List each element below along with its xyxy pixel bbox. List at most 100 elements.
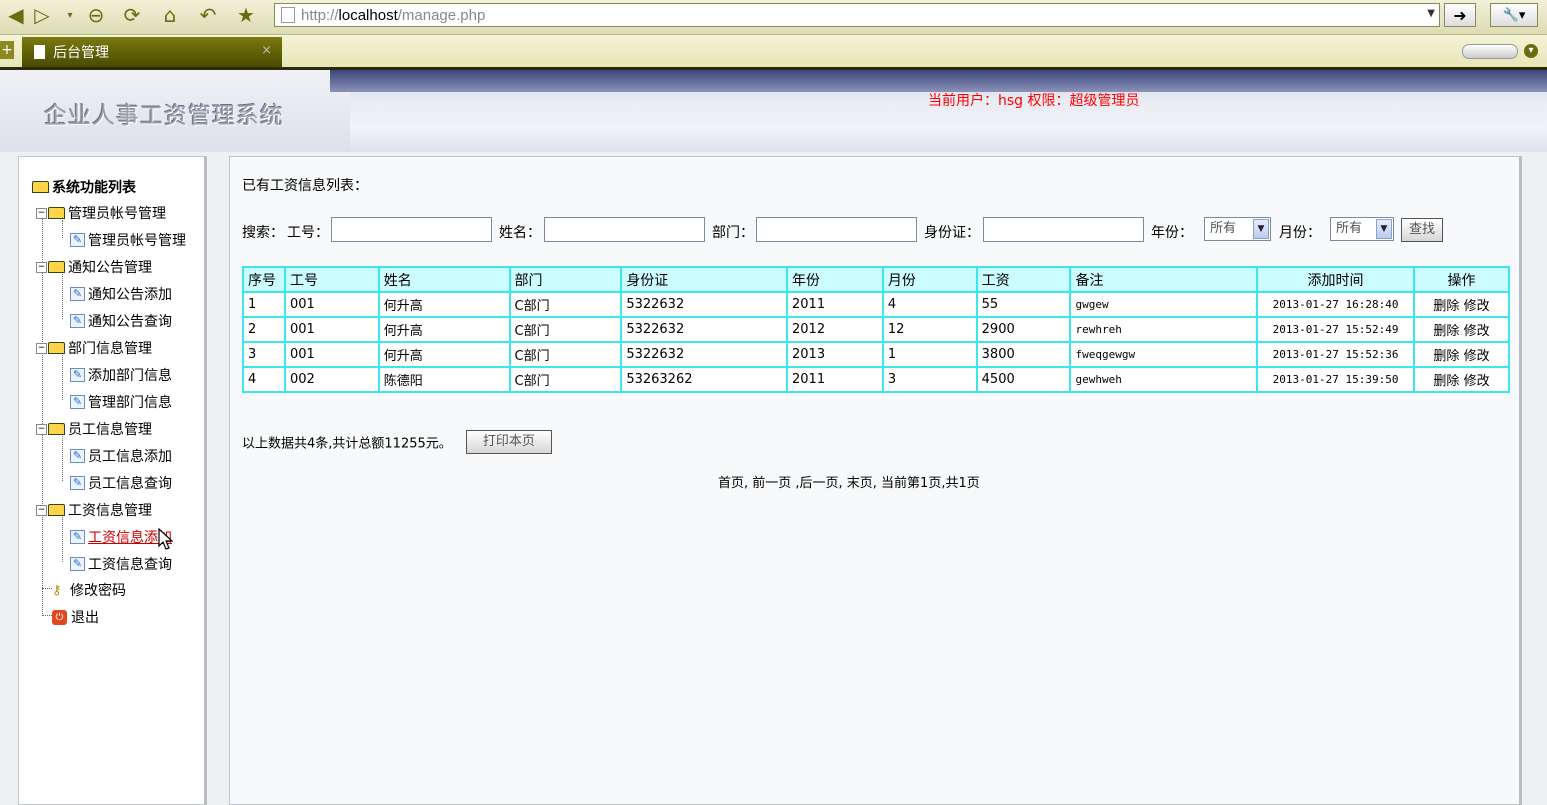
dept-input[interactable] bbox=[756, 217, 917, 242]
reload-icon[interactable]: ⟳ bbox=[120, 3, 144, 27]
url-path: /manage.php bbox=[397, 6, 486, 24]
delete-link[interactable]: 删除 bbox=[1433, 324, 1459, 339]
sidebar-item-salary-add[interactable]: ✎ 工资信息添加 bbox=[70, 527, 172, 547]
url-text: http://localhost/manage.php bbox=[301, 7, 485, 24]
tree-group-notice[interactable]: − 通知公告管理 bbox=[36, 257, 152, 277]
cell-name: 陈德阳 bbox=[377, 366, 511, 393]
sidebar-item-employee-add[interactable]: ✎ 员工信息添加 bbox=[70, 446, 172, 466]
tree-group-label: 工资信息管理 bbox=[68, 503, 152, 519]
tree-group-admin[interactable]: − 管理员帐号管理 bbox=[36, 203, 166, 223]
tree-group-salary[interactable]: − 工资信息管理 bbox=[36, 500, 152, 520]
cell-name: 何升高 bbox=[377, 341, 511, 368]
edit-page-icon: ✎ bbox=[70, 476, 85, 490]
forward-icon[interactable]: ▷ bbox=[30, 3, 54, 27]
logout-icon: ⏻ bbox=[52, 609, 67, 625]
cell-idcard: 5322632 bbox=[620, 316, 789, 343]
cell-empid: 002 bbox=[283, 366, 380, 393]
idcard-label: 身份证： bbox=[924, 225, 980, 241]
sidebar-item-logout[interactable]: ⏻ 退出 bbox=[52, 607, 99, 627]
tab-close-icon[interactable]: × bbox=[261, 43, 272, 58]
tree-root: 系统功能列表 bbox=[32, 177, 136, 197]
sidebar-item-dept-manage[interactable]: ✎ 管理部门信息 bbox=[70, 392, 172, 412]
year-select[interactable]: 所有 ▼ bbox=[1204, 217, 1271, 241]
folder-open-icon bbox=[48, 342, 65, 354]
stop-icon[interactable]: ⊖ bbox=[84, 3, 108, 27]
delete-link[interactable]: 删除 bbox=[1433, 349, 1459, 364]
sidebar-item-dept-add[interactable]: ✎ 添加部门信息 bbox=[70, 365, 172, 385]
edit-page-icon: ✎ bbox=[70, 314, 85, 328]
cell-salary: 55 bbox=[975, 291, 1072, 318]
edit-link[interactable]: 修改 bbox=[1464, 349, 1490, 364]
pagination[interactable]: 首页, 前一页 ,后一页, 末页, 当前第1页,共1页 bbox=[718, 472, 980, 491]
month-label: 月份： bbox=[1279, 225, 1321, 241]
bookmark-star-icon[interactable]: ★ bbox=[234, 3, 258, 27]
tree-group-employee[interactable]: − 员工信息管理 bbox=[36, 419, 152, 439]
home-icon[interactable]: ⌂ bbox=[158, 3, 182, 27]
address-bar[interactable]: http://localhost/manage.php ▼ bbox=[274, 3, 1440, 27]
history-dropdown-icon[interactable]: ▾ bbox=[58, 3, 82, 27]
empid-input[interactable] bbox=[331, 217, 492, 242]
delete-link[interactable]: 删除 bbox=[1433, 374, 1459, 389]
sidebar-item-label: 退出 bbox=[71, 610, 99, 626]
edit-link[interactable]: 修改 bbox=[1464, 324, 1490, 339]
table-row: 2 001 何升高 C部门 5322632 2012 12 2900 rewhr… bbox=[242, 316, 1510, 343]
cell-time: 2013-01-27 15:52:36 bbox=[1256, 341, 1416, 368]
tree-guide-line bbox=[42, 615, 52, 616]
tree-group-dept[interactable]: − 部门信息管理 bbox=[36, 338, 152, 358]
sidebar-item-label: 修改密码 bbox=[70, 583, 126, 599]
cell-year: 2011 bbox=[786, 291, 884, 318]
cell-no: 4 bbox=[242, 366, 286, 393]
cell-idcard: 5322632 bbox=[620, 341, 789, 368]
url-host: localhost bbox=[338, 6, 398, 24]
cell-no: 2 bbox=[242, 316, 286, 343]
sidebar-item-employee-query[interactable]: ✎ 员工信息查询 bbox=[70, 473, 172, 493]
edit-page-icon: ✎ bbox=[70, 530, 85, 544]
tab-scroll-slider[interactable] bbox=[1462, 44, 1518, 59]
tab-title: 后台管理 bbox=[53, 45, 109, 61]
month-select-value: 所有 bbox=[1336, 221, 1363, 236]
sidebar-item-admin-account[interactable]: ✎ 管理员帐号管理 bbox=[70, 230, 186, 250]
collapse-icon[interactable]: − bbox=[36, 342, 47, 354]
cell-dept: C部门 bbox=[508, 316, 623, 343]
delete-link[interactable]: 删除 bbox=[1433, 299, 1459, 314]
column-header: 工号 bbox=[283, 266, 380, 293]
table-row: 4 002 陈德阳 C部门 53263262 2011 3 4500 gewhw… bbox=[242, 366, 1510, 393]
cell-time: 2013-01-27 15:52:49 bbox=[1256, 316, 1416, 343]
idcard-input[interactable] bbox=[983, 217, 1144, 242]
month-select[interactable]: 所有 ▼ bbox=[1330, 217, 1394, 241]
undo-icon[interactable]: ↶ bbox=[196, 3, 220, 27]
cell-no: 1 bbox=[242, 291, 286, 318]
collapse-icon[interactable]: − bbox=[36, 261, 47, 273]
new-tab-plus-icon[interactable]: + bbox=[0, 41, 14, 59]
page-header: 企业人事工资管理系统 当前用户：hsg 权限：超级管理员 bbox=[0, 70, 1547, 152]
folder-open-icon bbox=[32, 181, 49, 193]
column-header: 操作 bbox=[1413, 266, 1510, 293]
browser-toolbar: ◀ ▷ ▾ ⊖ ⟳ ⌂ ↶ ★ http://localhost/manage.… bbox=[0, 0, 1547, 35]
sidebar-item-label: 工资信息查询 bbox=[88, 557, 172, 573]
table-row: 3 001 何升高 C部门 5322632 2013 1 3800 fweqge… bbox=[242, 341, 1510, 368]
back-icon[interactable]: ◀ bbox=[4, 3, 28, 27]
cell-name: 何升高 bbox=[377, 291, 511, 318]
edit-link[interactable]: 修改 bbox=[1464, 374, 1490, 389]
cell-remark: rewhreh bbox=[1069, 316, 1259, 343]
url-dropdown-icon[interactable]: ▼ bbox=[1427, 8, 1435, 19]
sidebar-item-change-password[interactable]: ⚷ 修改密码 bbox=[52, 580, 126, 600]
sidebar-item-salary-query[interactable]: ✎ 工资信息查询 bbox=[70, 554, 172, 574]
sidebar-item-notice-query[interactable]: ✎ 通知公告查询 bbox=[70, 311, 172, 331]
print-button[interactable]: 打印本页 bbox=[465, 430, 552, 454]
sidebar-item-label: 管理员帐号管理 bbox=[88, 233, 186, 249]
tools-wrench-icon[interactable]: 🔧▾ bbox=[1490, 3, 1538, 27]
tab-menu-icon[interactable]: ▾ bbox=[1524, 44, 1538, 58]
sidebar-item-notice-add[interactable]: ✎ 通知公告添加 bbox=[70, 284, 172, 304]
tab-admin[interactable]: 后台管理 × bbox=[22, 37, 282, 67]
column-header: 序号 bbox=[242, 266, 286, 293]
collapse-icon[interactable]: − bbox=[36, 423, 47, 435]
go-arrow-icon[interactable]: ➜ bbox=[1444, 3, 1476, 27]
edit-link[interactable]: 修改 bbox=[1464, 299, 1490, 314]
cell-year: 2012 bbox=[786, 316, 884, 343]
name-input[interactable] bbox=[544, 217, 705, 242]
collapse-icon[interactable]: − bbox=[36, 207, 47, 219]
search-button[interactable]: 查找 bbox=[1401, 218, 1443, 242]
cell-empid: 001 bbox=[283, 341, 380, 368]
collapse-icon[interactable]: − bbox=[36, 504, 47, 516]
